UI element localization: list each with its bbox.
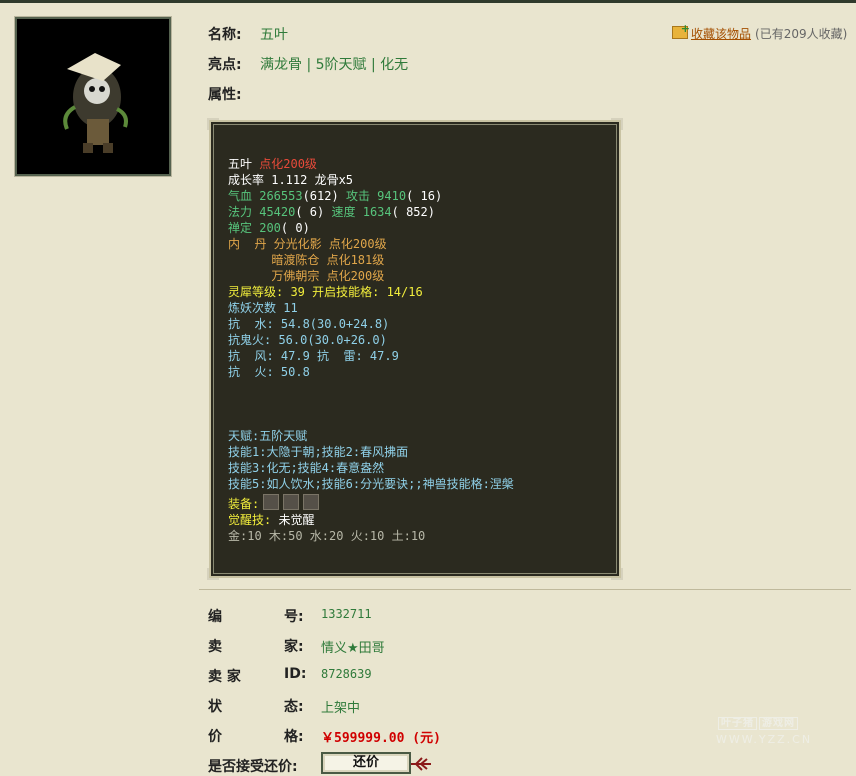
item-highlights: 满龙骨 | 5阶天赋 | 化无 — [260, 57, 409, 73]
item-thumbnail — [15, 17, 171, 176]
stat-line-talent: 天赋:五阶天赋 — [228, 429, 308, 443]
hp-value: 气血 266553 — [228, 189, 303, 203]
equip-label: 装备: — [228, 497, 260, 511]
equip-slot-2[interactable] — [283, 494, 300, 510]
seller-value: 情义★田哥 — [321, 641, 385, 656]
panel-corner — [207, 568, 219, 580]
price-label-2: 格: — [284, 729, 304, 745]
item-id-value: 1332711 — [321, 607, 372, 621]
id-label-2: 号: — [284, 609, 304, 625]
stat-line-hp-atk: 气血 266553(612) 攻击 9410( 16) — [228, 188, 442, 204]
hp-bonus: (612) — [302, 189, 339, 203]
favorite-link[interactable]: 收藏该物品 — [691, 27, 751, 41]
stat-line-skills56: 技能5:如人饮水;技能6:分光要诀;;神兽技能格:涅槃 — [228, 477, 514, 491]
item-name: 五叶 — [260, 27, 288, 43]
awaken-label: 觉醒技: — [228, 513, 272, 527]
price-label-1: 价 — [208, 729, 222, 745]
panel-corner — [611, 568, 623, 580]
panel-corner — [611, 118, 623, 130]
status-label-2: 态: — [284, 699, 304, 715]
panel-corner — [207, 118, 219, 130]
name-label: 名称: — [208, 27, 242, 43]
seller-id-label-1: 卖 家 — [208, 669, 241, 685]
stat-line-res-water: 抗 水: 54.8(30.0+24.8) — [228, 317, 390, 331]
stat-line-elements: 金:10 木:50 水:20 火:10 土:10 — [228, 529, 426, 543]
highlights-label: 亮点: — [208, 57, 242, 73]
stat-line-skills12: 技能1:大隐于朝;技能2:春风拂面 — [228, 445, 409, 459]
stat-line-zen: 禅定 200( 0) — [228, 220, 310, 236]
awaken-value: 未觉醒 — [278, 513, 315, 527]
stat-line-core2: 暗渡陈仓 点化181级 — [228, 253, 385, 267]
stat-line-equip: 装备: — [228, 494, 320, 512]
section-divider — [199, 589, 851, 590]
favorite-area: 收藏该物品 (已有209人收藏) — [672, 22, 848, 42]
atk-value: 攻击 9410 — [345, 189, 407, 203]
stat-line-growth: 成长率 1.112 龙骨x5 — [228, 173, 354, 187]
stat-line-awaken: 觉醒技: 未觉醒 — [228, 512, 314, 528]
equip-slot-3[interactable] — [303, 494, 320, 510]
spd-value: 速度 1634 — [331, 205, 392, 219]
pet-image-icon — [17, 19, 169, 174]
stat-line-refine: 炼妖次数 11 — [228, 301, 298, 315]
pet-name: 五叶 — [228, 157, 253, 171]
spd-bonus: ( 852) — [391, 205, 435, 219]
seller-id-value: 8728639 — [321, 667, 372, 681]
mp-bonus: ( 6) — [295, 205, 325, 219]
seller-label-2: 家: — [284, 639, 304, 655]
pet-level: 点化200级 — [259, 157, 317, 171]
bargain-button[interactable]: 还价 — [321, 752, 411, 774]
stat-line-core1: 内 丹 分光化影 点化200级 — [228, 237, 387, 251]
id-label-1: 编 — [208, 609, 222, 625]
stat-line-mp-spd: 法力 45420( 6) 速度 1634( 852) — [228, 204, 435, 220]
atk-bonus: ( 16) — [406, 189, 443, 203]
stat-line-res-wind-thunder: 抗 风: 47.9 抗 雷: 47.9 — [228, 349, 399, 363]
site-watermark: 叶子猪 游戏网 WWW.YZZ.CN — [716, 712, 812, 746]
mp-value: 法力 45420 — [228, 205, 296, 219]
stat-line-core3: 万佛朝宗 点化200级 — [228, 269, 385, 283]
top-border — [0, 0, 856, 3]
watermark-brand: 叶子猪 — [718, 717, 757, 730]
zen-bonus: ( 0) — [280, 221, 310, 235]
leaf-ornament-icon — [411, 757, 431, 771]
stat-line-res-ghostfire: 抗鬼火: 56.0(30.0+26.0) — [228, 333, 387, 347]
stat-line-lingxi: 灵犀等级: 39 开启技能格: 14/16 — [228, 285, 423, 299]
seller-label-1: 卖 — [208, 639, 222, 655]
pet-stats-panel: 五叶 点化200级 成长率 1.112 龙骨x5 气血 266553(612) … — [207, 118, 623, 580]
status-label-1: 状 — [208, 699, 222, 715]
attributes-label: 属性: — [208, 87, 242, 103]
stat-line-skills34: 技能3:化无;技能4:春意盎然 — [228, 461, 385, 475]
stat-line-res-fire: 抗 火: 50.8 — [228, 365, 310, 379]
zen-value: 禅定 200 — [228, 221, 281, 235]
favorite-count: (已有209人收藏) — [755, 27, 848, 41]
stat-line-name: 五叶 点化200级 — [228, 156, 317, 172]
seller-id-label-2: ID: — [284, 666, 307, 682]
watermark-badge: 游戏网 — [759, 717, 798, 730]
equip-slot-1[interactable] — [263, 494, 280, 510]
folder-plus-icon[interactable] — [672, 22, 690, 39]
bargain-label: 是否接受还价: — [208, 759, 298, 775]
status-value: 上架中 — [321, 701, 361, 716]
price-value: ￥599999.00 (元) — [321, 731, 441, 746]
watermark-url: WWW.YZZ.CN — [716, 733, 813, 746]
